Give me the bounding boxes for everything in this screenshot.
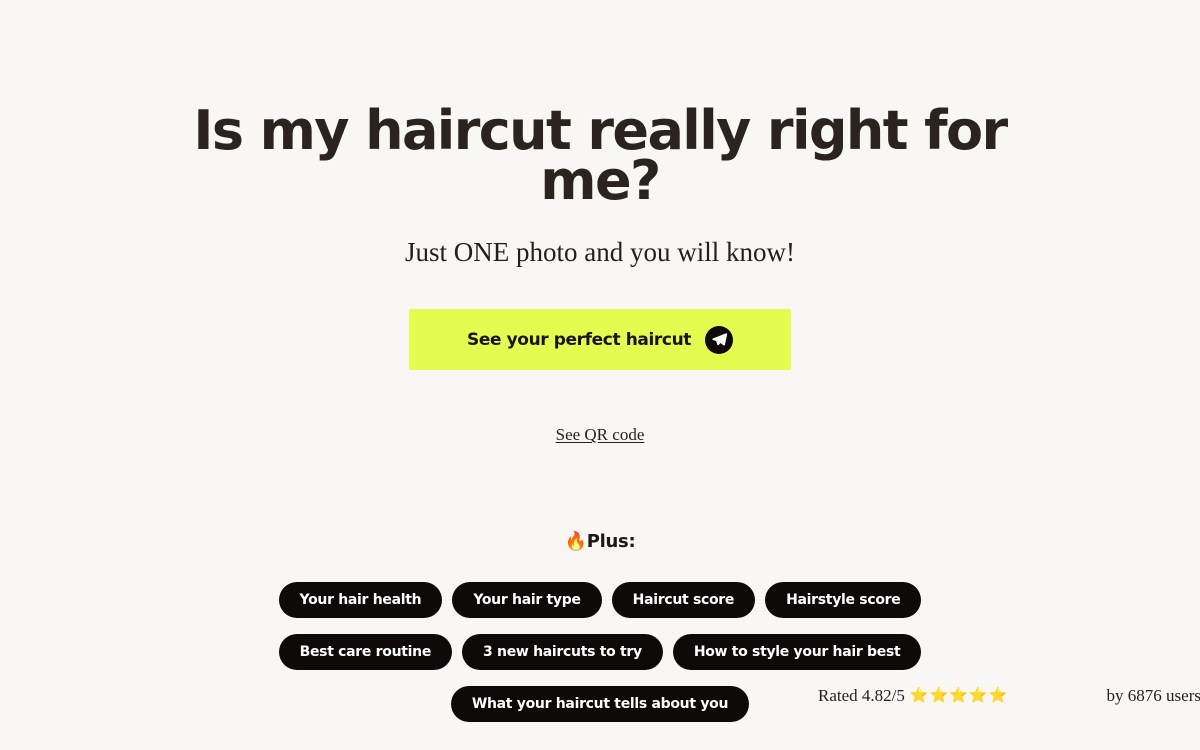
see-qr-code-link[interactable]: See QR code [556,425,645,444]
fire-icon: 🔥 [564,531,587,552]
cta-button-label: See your perfect haircut [466,329,691,350]
feature-pill[interactable]: Your hair type [452,582,602,618]
feature-pill[interactable]: 3 new haircuts to try [462,634,663,670]
page-subtitle: Just ONE photo and you will know! [405,237,795,267]
telegram-paper-plane-icon [705,325,733,354]
feature-pill[interactable]: What your haircut tells about you [450,686,750,722]
feature-pill-row-2: Best care routine 3 new haircuts to try … [150,634,1050,670]
cta-section: See your perfect haircut Rated 4.82/5 ⭐⭐… [409,309,1200,705]
plus-heading: 🔥Plus: [200,531,1000,552]
feature-pill[interactable]: Haircut score [611,582,756,618]
page-title: Is my haircut really right for me? [193,99,1008,213]
landing-page: Is my haircut really right for me? Just … [0,0,1200,750]
see-your-perfect-haircut-button[interactable]: See your perfect haircut [409,309,791,370]
feature-pill-row-3: What your haircut tells about you [150,686,1050,722]
feature-pill[interactable]: How to style your hair best [672,634,922,670]
rating-users-count: by 6876 users [1106,686,1200,705]
feature-pill-list: Your hair health Your hair type Haircut … [150,582,1050,738]
feature-pill-row-1: Your hair health Your hair type Haircut … [150,582,1050,618]
plus-heading-label: Plus: [586,531,636,552]
feature-pill[interactable]: Your hair health [278,582,443,618]
feature-pill[interactable]: Best care routine [278,634,453,670]
qr-code-link-wrapper: See QR code [200,425,1000,445]
feature-pill[interactable]: Hairstyle score [765,582,922,618]
